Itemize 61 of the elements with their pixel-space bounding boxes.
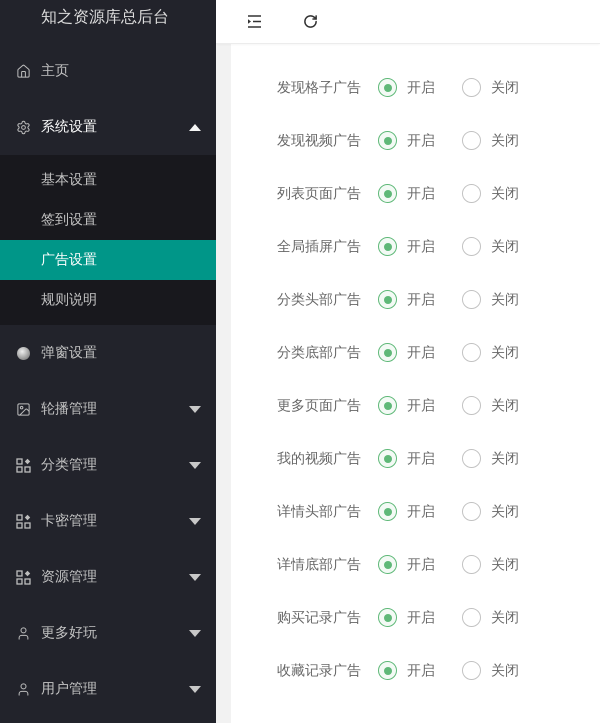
radio-option[interactable]: 关闭 (462, 290, 519, 309)
menu-item[interactable]: 分类管理 (0, 437, 216, 493)
radio-option[interactable]: 开启 (378, 555, 435, 574)
menu-item[interactable]: 资源管理 (0, 549, 216, 605)
setting-label: 购买记录广告 (276, 608, 361, 626)
radio-option[interactable]: 开启 (378, 131, 435, 150)
radio-option[interactable]: 开启 (378, 608, 435, 627)
setting-label: 详情底部广告 (276, 556, 361, 574)
menu-item[interactable]: 系统设置 (0, 99, 216, 155)
menu-item[interactable]: 用户管理 (0, 661, 216, 717)
radio-option[interactable]: 关闭 (462, 184, 519, 203)
refresh-icon[interactable] (303, 14, 318, 29)
apps-icon (16, 458, 31, 472)
apps-icon (16, 514, 31, 528)
submenu-item[interactable]: 广告设置 (0, 240, 216, 280)
radio-option[interactable]: 开启 (378, 237, 435, 256)
menu-item[interactable]: 更多好玩 (0, 605, 216, 661)
radio-option[interactable]: 开启 (378, 502, 435, 521)
sphere-icon (16, 346, 31, 360)
setting-label: 分类底部广告 (276, 344, 361, 362)
menu-item[interactable]: 主页 (0, 43, 216, 99)
setting-label: 发现格子广告 (276, 78, 361, 96)
setting-label: 列表页面广告 (276, 184, 361, 202)
user-icon (16, 682, 31, 696)
app-title: 知之资源库总后台 (41, 9, 169, 26)
menu-item[interactable]: 轮播管理 (0, 381, 216, 437)
menu-item[interactable]: 弹窗设置 (0, 325, 216, 381)
home-icon (16, 64, 31, 78)
radio-option[interactable]: 关闭 (462, 502, 519, 521)
radio-option[interactable]: 关闭 (462, 449, 519, 468)
submenu-item[interactable]: 基本设置 (0, 160, 216, 200)
setting-label: 收藏记录广告 (276, 662, 361, 680)
settings-icon (16, 120, 31, 134)
menu-item[interactable]: 卡密管理 (0, 493, 216, 549)
setting-label: 更多页面广告 (276, 396, 361, 414)
radio-option[interactable]: 开启 (378, 661, 435, 680)
setting-label: 全局插屏广告 (276, 238, 361, 256)
list-indent-icon[interactable] (247, 14, 262, 29)
radio-option[interactable]: 开启 (378, 343, 435, 362)
setting-label: 我的视频广告 (276, 450, 361, 468)
radio-option[interactable]: 开启 (378, 290, 435, 309)
setting-label: 发现视频广告 (276, 132, 361, 150)
radio-option[interactable]: 关闭 (462, 131, 519, 150)
radio-option[interactable]: 开启 (378, 449, 435, 468)
apps-icon (16, 570, 31, 584)
submenu-item[interactable]: 签到设置 (0, 200, 216, 240)
radio-option[interactable]: 关闭 (462, 661, 519, 680)
radio-option[interactable]: 关闭 (462, 343, 519, 362)
radio-option[interactable]: 关闭 (462, 237, 519, 256)
submenu-item[interactable]: 规则说明 (0, 280, 216, 320)
setting-label: 分类头部广告 (276, 290, 361, 308)
image-icon (16, 402, 31, 416)
setting-label: 详情头部广告 (276, 502, 361, 520)
radio-option[interactable]: 关闭 (462, 396, 519, 415)
user-icon (16, 626, 31, 640)
radio-option[interactable]: 关闭 (462, 608, 519, 627)
radio-option[interactable]: 关闭 (462, 555, 519, 574)
radio-option[interactable]: 关闭 (462, 78, 519, 97)
radio-option[interactable]: 开启 (378, 78, 435, 97)
radio-option[interactable]: 开启 (378, 184, 435, 203)
radio-option[interactable]: 开启 (378, 396, 435, 415)
